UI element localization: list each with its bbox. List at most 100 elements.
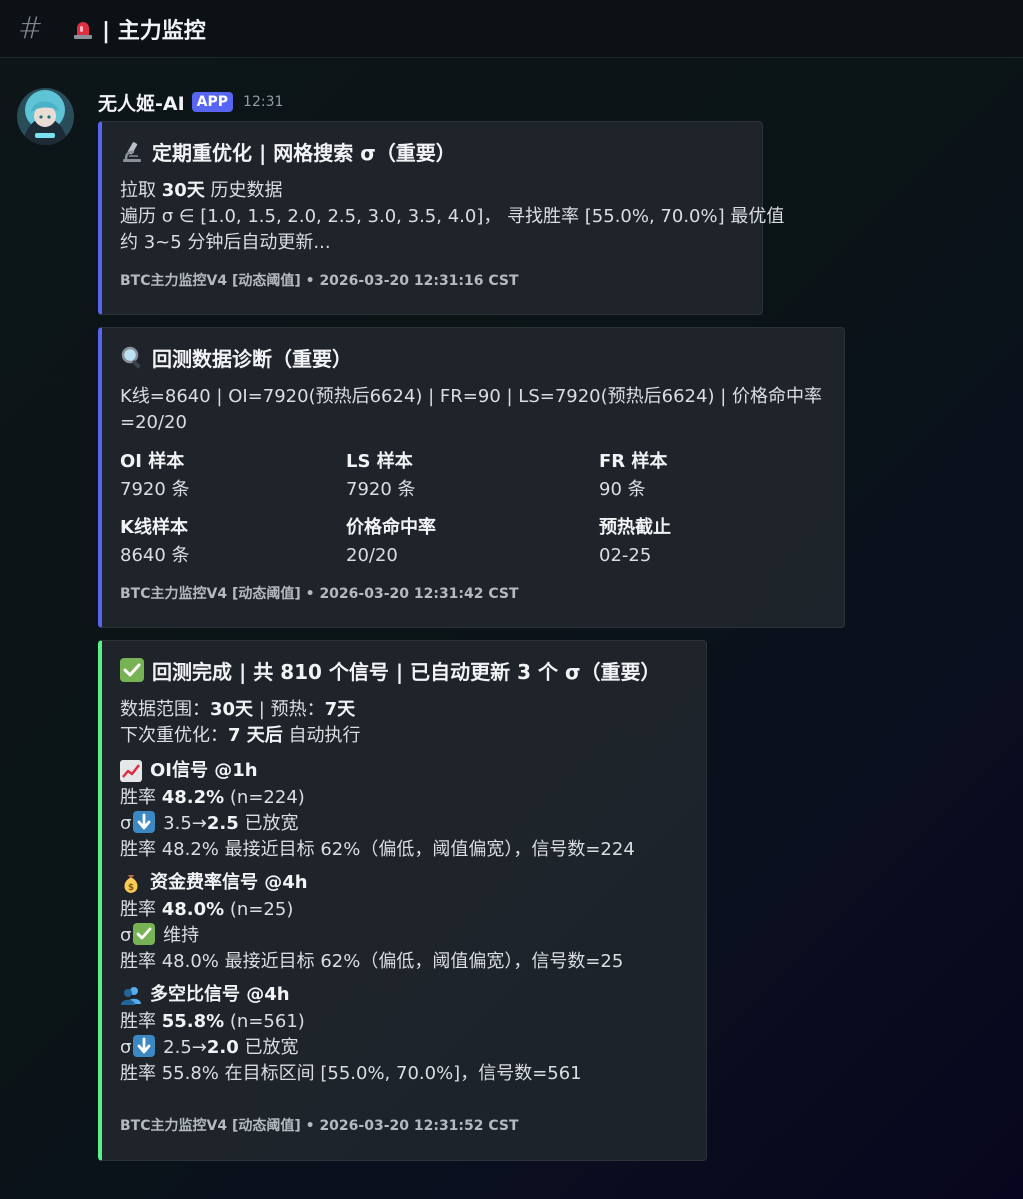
check-mark-icon	[120, 658, 144, 682]
signal-note: 胜率 55.8% 在目标区间 [55.0%, 70.0%]，信号数=561	[120, 1063, 582, 1084]
embed-footer: BTC主力监控V4 [动态阈值] • 2026-03-20 12:31:16 C…	[120, 273, 519, 289]
history-suffix: 历史数据	[204, 180, 283, 201]
field-oi-samples: OI 样本 7920 条	[120, 448, 346, 514]
channel-name[interactable]: | 主力监控	[102, 13, 206, 45]
microscope-icon	[120, 139, 144, 163]
field-name: 预热截止	[599, 517, 671, 538]
message-timestamp[interactable]: 12:31	[243, 94, 283, 110]
down-arrow-icon	[133, 811, 156, 833]
embed-backtest-complete: 回测完成 | 共 810 个信号 | 已自动更新 3 个 σ（重要） 数据范围：…	[98, 640, 707, 1161]
sigma-change: 2.5→	[157, 1037, 207, 1058]
signal-title-text: 资金费率信号 @4h	[150, 872, 308, 893]
next-label: 下次重优化：	[120, 725, 228, 746]
grid-search-line: 遍历 σ ∈ [1.0, 1.5, 2.0, 2.5, 3.0, 3.5, 4.…	[120, 206, 785, 227]
field-price-hit-rate: 价格命中率 20/20	[346, 514, 599, 580]
field-value: 90 条	[599, 479, 646, 500]
sample-count: (n=561)	[224, 1011, 305, 1032]
warmup-days: 7天	[324, 699, 356, 720]
signal-title: OI信号 @1h	[120, 757, 688, 785]
busts-icon	[120, 984, 142, 1006]
field-ls-samples: LS 样本 7920 条	[346, 448, 599, 514]
next-days: 7 天后	[228, 725, 283, 746]
range-label: 数据范围：	[120, 699, 210, 720]
next-reoptimize-line: 下次重优化：7 天后 自动执行	[120, 723, 688, 749]
range-days: 30天	[210, 699, 254, 720]
embed-diagnostics: 回测数据诊断（重要） K线=8640 | OI=7920(预热后6624) | …	[98, 327, 845, 628]
username[interactable]: 无人姬-AI	[98, 89, 185, 116]
field-value: 02-25	[599, 545, 652, 566]
field-fr-samples: FR 样本 90 条	[599, 448, 799, 514]
magnifier-icon	[120, 345, 144, 369]
field-warmup-cutoff: 预热截止 02-25	[599, 514, 799, 580]
signal-block-oi: OI信号 @1h 胜率 48.2% (n=224) σ 3.5→2.5 已放宽 …	[120, 757, 688, 863]
embed-footer: BTC主力监控V4 [动态阈值] • 2026-03-20 12:31:42 C…	[120, 586, 519, 602]
rate-value: 55.8%	[161, 1011, 225, 1032]
field-kline-samples: K线样本 8640 条	[120, 514, 346, 580]
embed-title-text: 回测完成 | 共 810 个信号 | 已自动更新 3 个 σ（重要）	[152, 659, 661, 684]
embed-fields: OI 样本 7920 条 LS 样本 7920 条 FR 样本 90 条 K线样…	[120, 448, 826, 580]
eta-line: 约 3~5 分钟后自动更新...	[120, 232, 331, 253]
signal-title: 多空比信号 @4h	[120, 981, 688, 1009]
win-rate-line: 胜率 48.2% (n=224)	[120, 785, 688, 811]
channel-hash-icon: #	[18, 10, 44, 46]
avatar[interactable]	[17, 88, 74, 145]
embed-title: 定期重优化 | 网格搜索 σ（重要）	[120, 136, 744, 166]
signal-note: 胜率 48.2% 最接近目标 62%（偏低，阈值偏宽），信号数=224	[120, 839, 635, 860]
embed-reoptimize: 定期重优化 | 网格搜索 σ（重要） 拉取 30天 历史数据 遍历 σ ∈ [1…	[98, 121, 785, 315]
signal-title-text: OI信号 @1h	[150, 760, 258, 781]
money-bag-icon: $	[120, 872, 142, 894]
rate-value: 48.2%	[161, 787, 225, 808]
signal-note: 胜率 48.0% 最接近目标 62%（偏低，阈值偏宽），信号数=25	[120, 951, 624, 972]
chart-increasing-icon	[120, 760, 142, 782]
signal-block-long-short: 多空比信号 @4h 胜率 55.8% (n=561) σ 2.5→2.0 已放宽…	[120, 981, 688, 1087]
embed-title: 回测完成 | 共 810 个信号 | 已自动更新 3 个 σ（重要）	[120, 655, 688, 685]
signal-block-funding: $ 资金费率信号 @4h 胜率 48.0% (n=25) σ 维持 胜率 48.…	[120, 869, 688, 975]
down-arrow-icon	[133, 1035, 156, 1057]
field-name: LS 样本	[346, 451, 413, 472]
sigma-line: σ 维持	[120, 923, 688, 949]
sigma-new: 2.0	[206, 1037, 239, 1058]
sigma-change: 3.5→	[157, 813, 207, 834]
sigma-status: 已放宽	[238, 1037, 299, 1058]
sigma-line: σ 3.5→2.5 已放宽	[120, 811, 688, 837]
rate-label: 胜率	[120, 899, 162, 920]
win-rate-line: 胜率 55.8% (n=561)	[120, 1009, 688, 1035]
embed-title-text: 定期重优化 | 网格搜索 σ（重要）	[152, 140, 456, 165]
message-header: 无人姬-AI APP 12:31	[98, 88, 283, 116]
embed-footer: BTC主力监控V4 [动态阈值] • 2026-03-20 12:31:52 C…	[120, 1118, 519, 1134]
warmup-label: | 预热：	[253, 699, 325, 720]
field-name: FR 样本	[599, 451, 668, 472]
history-line: 拉取 30天 历史数据	[120, 178, 744, 204]
win-rate-line: 胜率 48.0% (n=25)	[120, 897, 688, 923]
app-badge: APP	[191, 92, 234, 112]
sigma-line: σ 2.5→2.0 已放宽	[120, 1035, 688, 1061]
embed-title: 回测数据诊断（重要）	[120, 342, 826, 372]
field-name: K线样本	[120, 517, 188, 538]
field-value: 7920 条	[120, 479, 190, 500]
next-suffix: 自动执行	[282, 725, 361, 746]
rate-label: 胜率	[120, 1011, 162, 1032]
svg-text:$: $	[128, 883, 134, 893]
data-range-line: 数据范围：30天 | 预热：7天	[120, 697, 688, 723]
channel-header: # | 主力监控	[0, 0, 1023, 58]
diagnostic-summary-line: K线=8640 | OI=7920(预热后6624) | FR=90 | LS=…	[120, 386, 822, 407]
field-value: 7920 条	[346, 479, 416, 500]
field-name: OI 样本	[120, 451, 185, 472]
sigma-symbol: σ	[120, 925, 132, 946]
sample-count: (n=25)	[224, 899, 294, 920]
diagnostic-summary-line-2: =20/20	[120, 412, 187, 433]
sigma-status: 已放宽	[238, 813, 299, 834]
rate-value: 48.0%	[161, 899, 225, 920]
signal-title: $ 资金费率信号 @4h	[120, 869, 688, 897]
sample-count: (n=224)	[224, 787, 305, 808]
field-value: 20/20	[346, 545, 398, 566]
field-name: 价格命中率	[346, 517, 436, 538]
history-days: 30天	[161, 180, 205, 201]
signal-title-text: 多空比信号 @4h	[150, 984, 290, 1005]
sigma-status: 维持	[157, 925, 200, 946]
siren-icon	[72, 18, 94, 40]
check-mark-icon	[133, 923, 156, 945]
sigma-symbol: σ	[120, 813, 132, 834]
rate-label: 胜率	[120, 787, 162, 808]
history-prefix: 拉取	[120, 180, 162, 201]
